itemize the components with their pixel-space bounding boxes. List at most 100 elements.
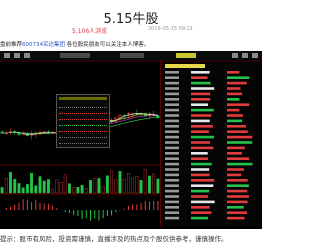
quote-row-value [191,87,215,90]
quote-row-label [165,179,179,182]
quote-row-value [227,195,249,198]
quote-row-value [227,162,253,166]
quote-row-value [191,81,211,85]
stock-code-link[interactable]: 600734 [22,42,43,48]
volume-bar [68,183,71,194]
quote-row-value [191,211,212,214]
quote-row-value [191,98,211,101]
quote-row-label [165,168,179,171]
volume-bar [156,178,160,194]
quote-row-value [227,189,248,193]
article-title: 5.15牛股 [103,12,159,27]
volume-bar [72,187,76,194]
quote-row-value [191,157,209,160]
quote-row-value [191,108,214,112]
quote-row-label [165,81,179,85]
quote-row-value [227,184,249,187]
popup-row [59,139,107,144]
volume-bar [34,185,38,194]
volume-bar [59,182,63,194]
quote-row-value [191,135,215,139]
quote-row-value [191,125,213,128]
volume-bar [118,171,122,194]
quote-row-label [165,76,179,79]
quote-row-value [191,92,211,96]
quote-row-value [227,173,242,177]
quote-row-value [227,211,247,214]
quote-row-label [165,146,179,150]
popup-row [59,121,107,126]
quote-row-label [165,87,179,90]
volume-bar [84,188,88,194]
quote-row-value [191,152,208,155]
quote-row-value [227,157,250,160]
popup-row [59,109,107,114]
quote-row-value [227,81,247,85]
quote-row-value [227,179,248,182]
quote-row-label [165,135,179,139]
toolbar-tab [60,53,90,58]
software-toolbar [0,51,262,62]
quote-row-label [165,216,179,220]
volume-bar [122,178,126,194]
quote-row-value [191,206,210,209]
quote-row-value [191,114,212,117]
quote-row-value [191,168,210,171]
volume-bar [0,187,4,194]
quote-row-label [165,141,179,144]
quote-row-value [227,119,243,123]
volume-bar [135,176,139,194]
quote-row-label [165,162,179,166]
quote-row-label [165,71,179,74]
panel-header-bar [165,64,205,68]
price-info-popup [56,94,110,148]
quote-row-label [165,189,179,193]
quote-row-label [165,206,179,209]
volume-bar [114,179,118,194]
quote-row-value [191,189,210,193]
quote-row-label [165,195,179,198]
quote-row-label [165,119,179,123]
quote-row-value [227,206,244,209]
quote-side-panel [161,62,262,226]
recommendation-prefix: 盘前推荐 [0,42,23,48]
stock-name-link[interactable]: 实达集团 [43,42,65,48]
volume-bar [143,169,147,194]
toolbar-icon [232,53,238,58]
volume-bar [148,175,151,194]
view-count: 5,106人浏览 [72,28,108,35]
toolbar-tab [120,53,144,58]
quote-row-value [191,179,215,182]
volume-bar [21,187,25,194]
volume-bar [4,178,8,194]
volume-bar [42,180,46,194]
quote-row-value [227,114,243,117]
quote-row-value [227,141,253,144]
toolbar-icon [14,53,20,58]
quote-row-value [227,108,240,112]
volume-bar [139,179,143,194]
quote-row-label [165,173,179,177]
toolbar-icon [252,53,258,58]
toolbar-icon [24,53,30,58]
popup-header [59,97,107,100]
toolbar-icon [4,53,10,58]
quote-row-label [165,103,179,106]
quote-row-value [227,125,246,128]
quote-row-label [165,114,179,117]
volume-bar [101,186,105,194]
quote-row-value [191,130,209,133]
quote-row-value [227,98,240,101]
volume-bar [55,179,59,194]
volume-bar [105,175,109,194]
quote-row-value [227,130,248,133]
quote-rows [165,64,253,220]
volume-bar [46,179,50,194]
volume-bar [97,178,101,194]
quote-row-label [165,200,179,204]
quote-row-value [227,135,253,139]
quote-row-value [227,76,250,79]
quote-row-value [227,146,245,150]
volume-bar [126,173,130,194]
quote-row-value [191,173,210,177]
